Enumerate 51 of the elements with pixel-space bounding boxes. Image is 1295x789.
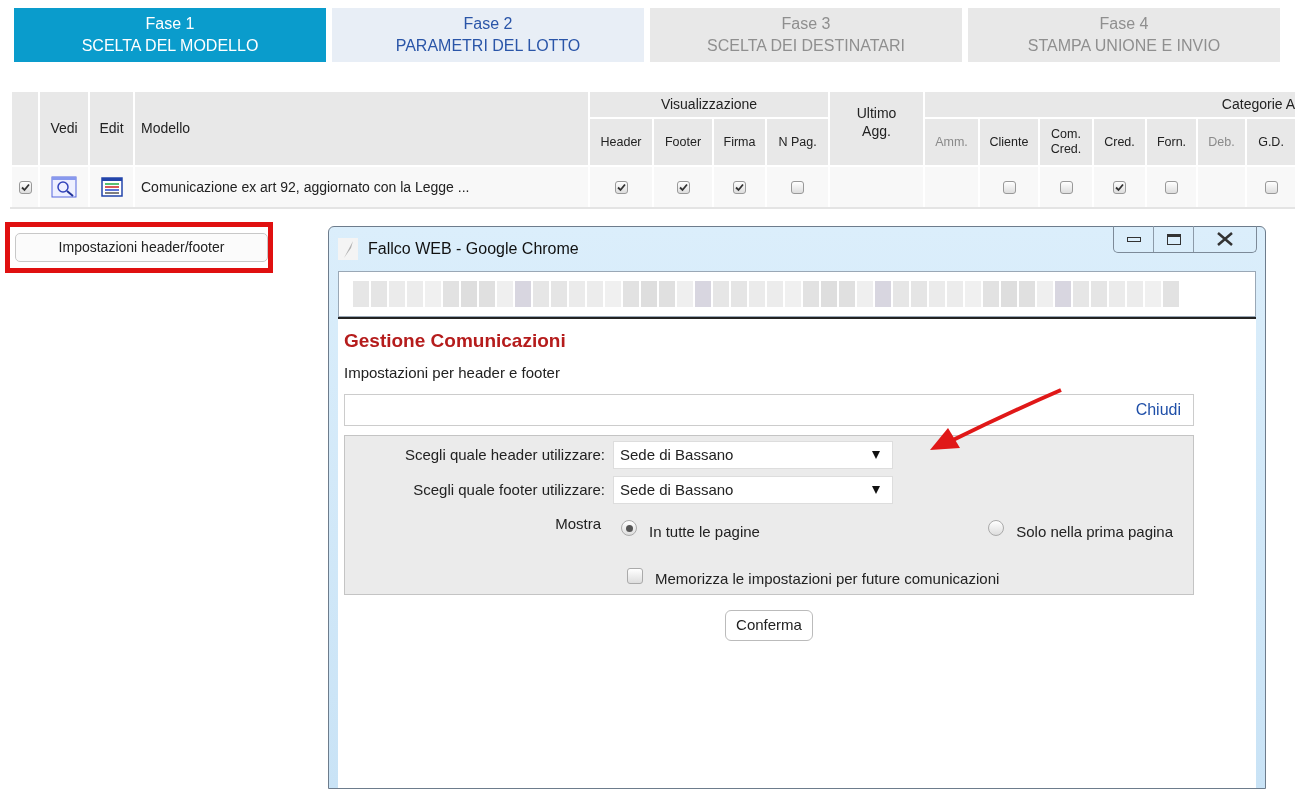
- caret-icon: [872, 451, 880, 459]
- checkbox[interactable]: [791, 181, 804, 195]
- edit-form-icon[interactable]: [100, 177, 123, 198]
- column-header: Header: [589, 118, 653, 166]
- column-header: N Pag.: [766, 118, 829, 166]
- field-label: Scegli quale header utilizzare:: [403, 444, 606, 465]
- radio-button[interactable]: [988, 520, 1005, 537]
- column-header: Vedi: [50, 119, 78, 138]
- column-header: Forn.: [1146, 118, 1197, 166]
- column-header: Deb.: [1197, 118, 1246, 166]
- checkbox[interactable]: [1002, 181, 1016, 195]
- select-field[interactable]: Sede di Bassano: [613, 476, 893, 504]
- caret-icon: [872, 486, 880, 494]
- checkbox-label: Memorizza le impostazioni per future comunicazioni: [655, 568, 1000, 589]
- column-header: Cliente: [979, 118, 1039, 166]
- checkbox[interactable]: [676, 181, 690, 195]
- table-cell: Comunicazione ex art 92, aggiornato con la Legge ...: [134, 166, 589, 208]
- column-header: Ultimo Agg.: [855, 103, 898, 140]
- checkbox[interactable]: [18, 181, 32, 195]
- confirm-button[interactable]: Conferma: [725, 610, 813, 641]
- checkbox[interactable]: [614, 181, 628, 195]
- radio-label: Mostra: [554, 514, 602, 534]
- checkbox[interactable]: [627, 567, 643, 584]
- column-header: Visualizzazione: [589, 91, 829, 118]
- column-header: Modello: [141, 119, 191, 138]
- checkbox[interactable]: [1264, 181, 1278, 195]
- select-field[interactable]: Sede di Bassano: [613, 441, 893, 469]
- checkbox[interactable]: [1059, 181, 1073, 195]
- step-tab[interactable]: Fase 2 PARAMETRI DEL LOTTO: [332, 8, 644, 62]
- column-header: Edit: [99, 119, 124, 138]
- settings-button[interactable]: Impostazioni header/footer: [15, 233, 268, 262]
- column-header: G.D.: [1246, 118, 1295, 166]
- column-header: Footer: [653, 118, 713, 166]
- checkbox[interactable]: [733, 181, 746, 195]
- column-header: Cred.: [1093, 118, 1146, 166]
- close-link[interactable]: Chiudi: [1135, 398, 1181, 422]
- dialog-heading: Gestione Comunicazioni: [344, 329, 567, 353]
- field-label: Scegli quale footer utilizzare:: [412, 479, 606, 500]
- column-header: Firma: [713, 118, 766, 166]
- column-header: Com. Cred.: [1039, 118, 1093, 166]
- app-icon: [338, 238, 358, 260]
- checkbox[interactable]: [1113, 181, 1126, 195]
- window-title: Fallco WEB - Google Chrome: [368, 239, 579, 259]
- checkbox[interactable]: [1165, 181, 1178, 195]
- dialog-subtitle: Impostazioni per header e footer: [344, 362, 561, 383]
- radio-label: Solo nella prima pagina: [1016, 522, 1173, 542]
- column-header: Amm.: [924, 118, 979, 166]
- radio-button[interactable]: [621, 520, 637, 537]
- close-icon: [1216, 232, 1234, 246]
- radio-label: In tutte le pagine: [649, 522, 760, 542]
- magnifier-icon[interactable]: [51, 176, 77, 198]
